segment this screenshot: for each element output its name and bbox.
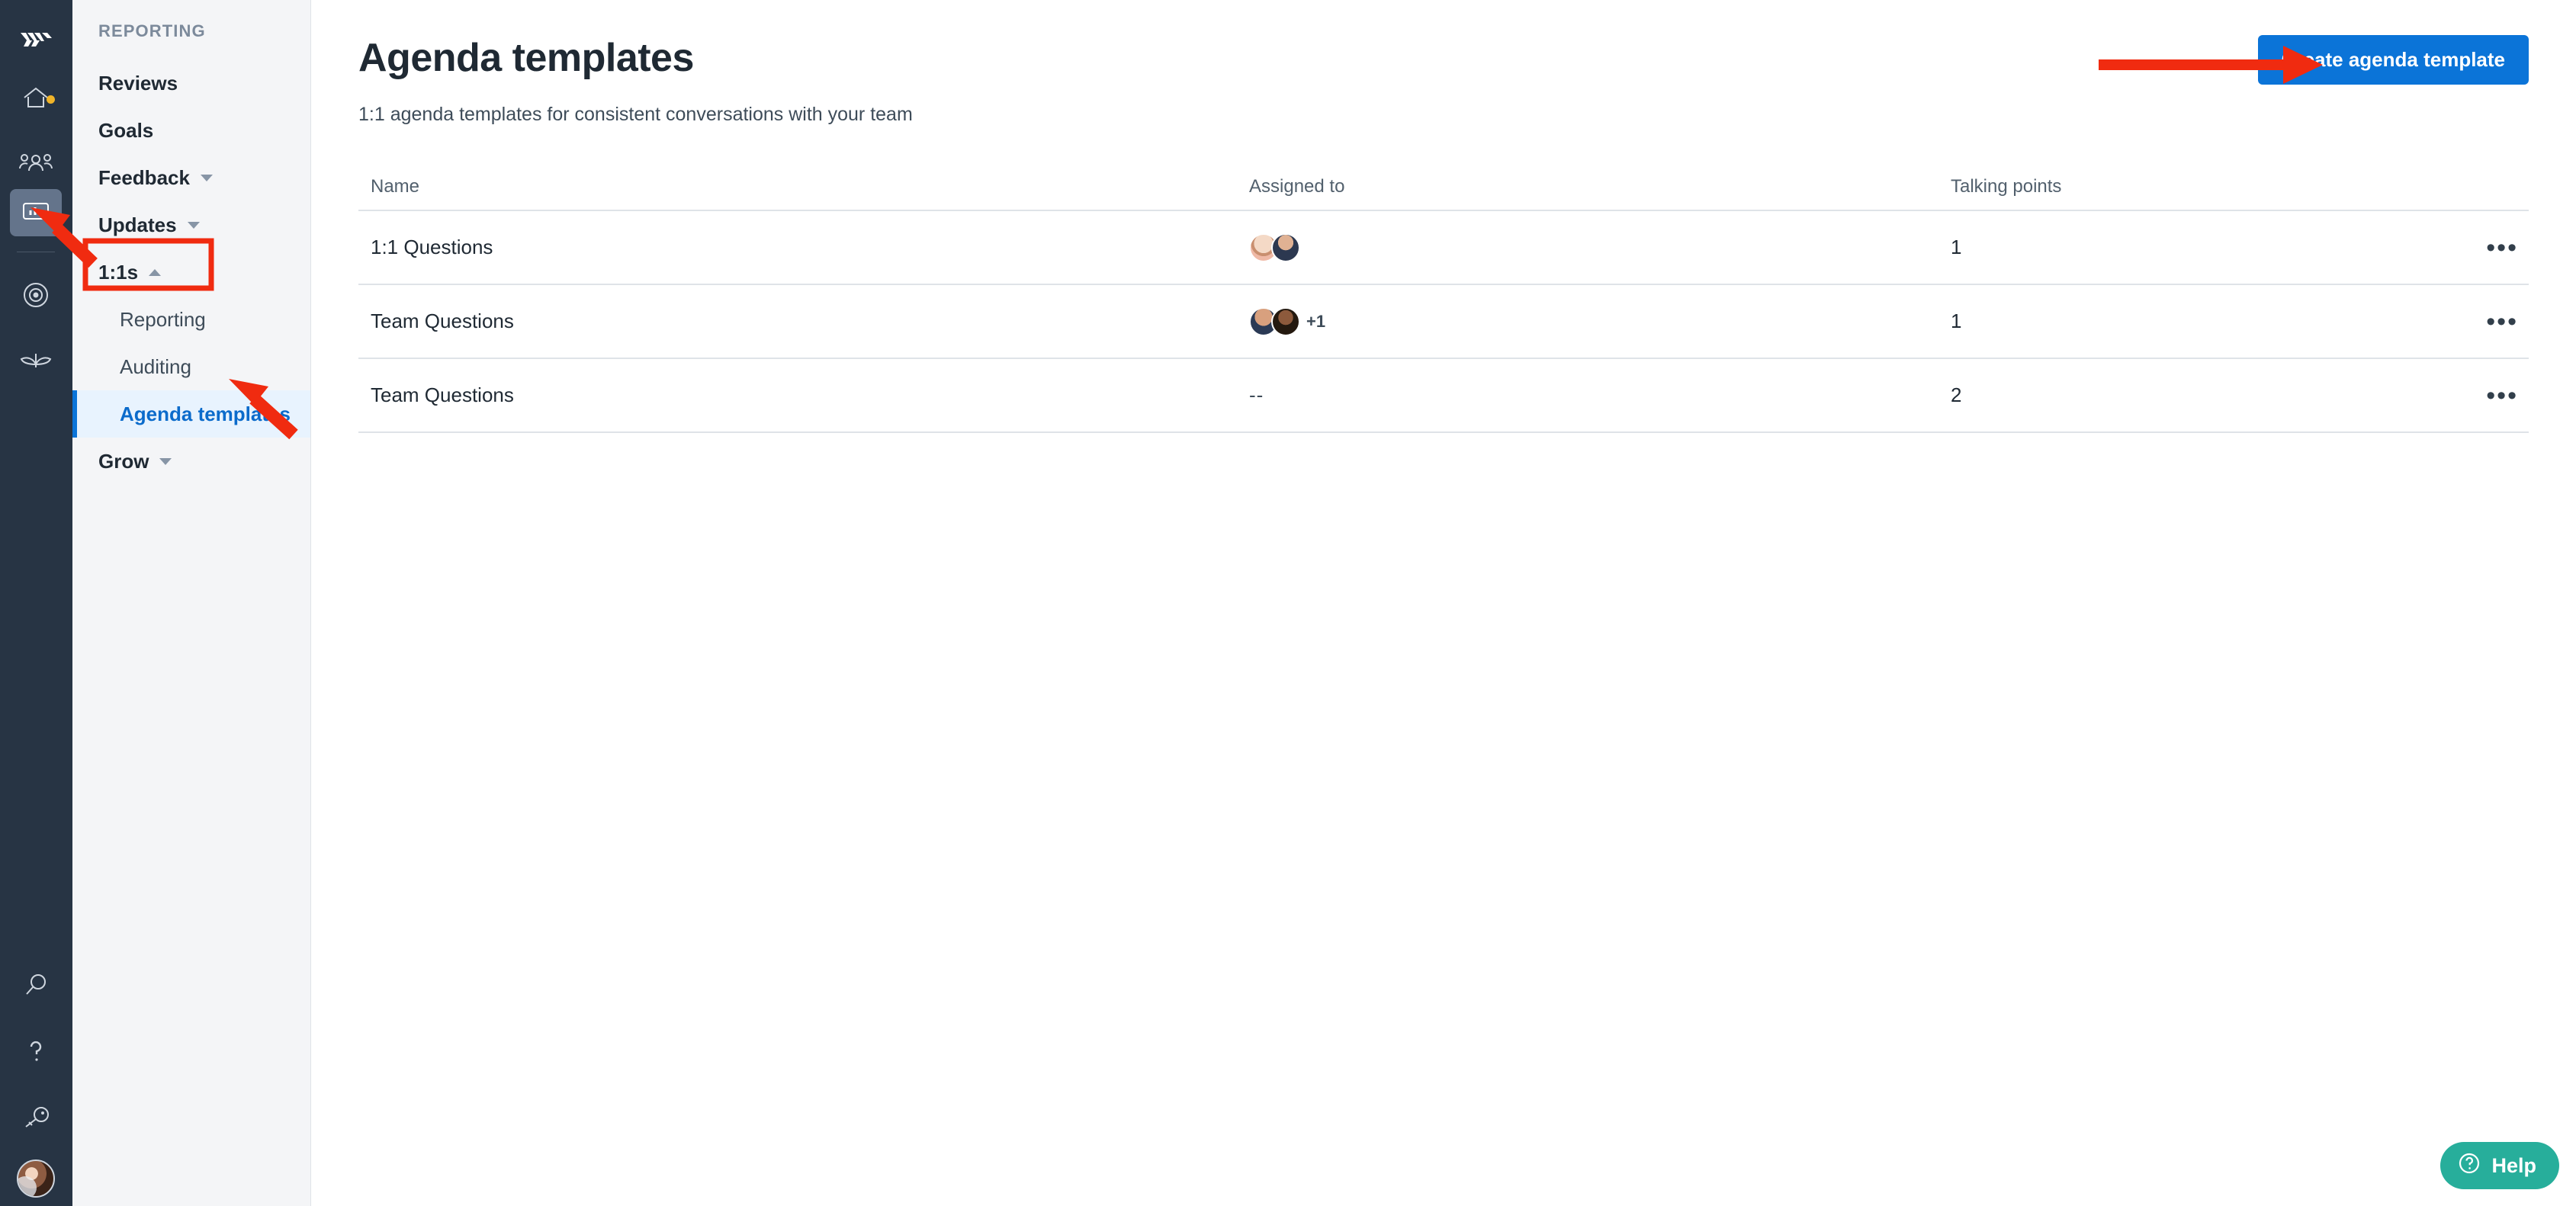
cell-talking-points: 1 bbox=[1951, 236, 1962, 258]
sidebar-item-label: Goals bbox=[98, 118, 154, 142]
table-row[interactable]: Team Questions -- 2 ••• bbox=[358, 359, 2529, 433]
table-header-row: Name Assigned to Talking points bbox=[358, 164, 2529, 211]
avatar[interactable] bbox=[17, 1159, 55, 1198]
sidebar-item-updates[interactable]: Updates bbox=[72, 201, 310, 249]
rail-item-reporting[interactable] bbox=[10, 189, 62, 236]
create-agenda-template-button[interactable]: Create agenda template bbox=[2257, 35, 2529, 85]
sidebar-section-label: REPORTING bbox=[98, 21, 206, 40]
table-row[interactable]: Team Questions +1 1 ••• bbox=[358, 285, 2529, 359]
agenda-templates-table: Name Assigned to Talking points 1:1 Ques… bbox=[358, 164, 2529, 433]
app-root: REPORTING Reviews Goals Feedback Updates… bbox=[0, 0, 2576, 1206]
search-icon bbox=[23, 972, 49, 1002]
row-actions-menu-icon[interactable]: ••• bbox=[2486, 383, 2518, 409]
page-header: Agenda templates 1:1 agenda templates fo… bbox=[358, 0, 2529, 126]
page-subtitle: 1:1 agenda templates for consistent conv… bbox=[358, 104, 913, 125]
sidebar-item-label: Reviews bbox=[98, 71, 178, 95]
table-row[interactable]: 1:1 Questions 1 ••• bbox=[358, 211, 2529, 285]
column-header-assigned-to: Assigned to bbox=[1249, 176, 1345, 197]
page-title: Agenda templates bbox=[358, 36, 694, 80]
help-widget-button[interactable]: Help bbox=[2440, 1142, 2559, 1189]
help-widget-label: Help bbox=[2491, 1153, 2536, 1177]
home-badge-dot bbox=[47, 95, 55, 104]
target-icon bbox=[21, 281, 50, 313]
chevron-down-icon bbox=[200, 174, 213, 181]
avatar bbox=[1271, 233, 1300, 262]
sidebar-item-goals[interactable]: Goals bbox=[72, 107, 310, 154]
company-logo[interactable] bbox=[0, 17, 72, 63]
rail-item-goals[interactable] bbox=[10, 273, 62, 320]
sidebar-item-label: Updates bbox=[98, 213, 177, 236]
cell-assigned-to: -- bbox=[1249, 383, 1951, 407]
sidebar-item-label: Grow bbox=[98, 449, 149, 473]
cell-assigned-to bbox=[1249, 233, 1951, 262]
avatar-group[interactable]: +1 bbox=[1249, 306, 1951, 336]
key-icon bbox=[21, 1106, 51, 1133]
avatar-group[interactable] bbox=[1249, 233, 1951, 262]
avatar-overflow-count: +1 bbox=[1306, 311, 1326, 331]
sidebar-subitem-label: Agenda templates bbox=[120, 402, 291, 425]
cell-talking-points: 2 bbox=[1951, 383, 1962, 406]
rail-item-search[interactable] bbox=[10, 963, 62, 1010]
sidebar-item-label: 1:1s bbox=[98, 260, 139, 284]
rail-item-key[interactable] bbox=[10, 1095, 62, 1143]
cell-talking-points: 1 bbox=[1951, 310, 1962, 332]
avatar bbox=[1271, 306, 1300, 336]
question-circle-icon bbox=[2457, 1151, 2481, 1181]
assigned-to-empty: -- bbox=[1249, 383, 1264, 406]
rail-item-grow[interactable] bbox=[10, 337, 62, 384]
plant-icon bbox=[20, 348, 52, 374]
chevron-down-icon bbox=[187, 221, 200, 229]
sidebar-subitem-label: Reporting bbox=[120, 307, 206, 331]
people-icon bbox=[19, 152, 53, 179]
cell-name: 1:1 Questions bbox=[371, 236, 493, 258]
sidebar-subitem-label: Auditing bbox=[120, 354, 191, 378]
cell-name: Team Questions bbox=[371, 310, 514, 332]
rail-item-help[interactable] bbox=[10, 1029, 62, 1076]
row-actions-menu-icon[interactable]: ••• bbox=[2486, 309, 2518, 335]
sidebar-item-1on1s[interactable]: 1:1s bbox=[72, 249, 310, 296]
main-content: Agenda templates 1:1 agenda templates fo… bbox=[311, 0, 2576, 1206]
sidebar: REPORTING Reviews Goals Feedback Updates… bbox=[72, 0, 311, 1206]
cell-assigned-to: +1 bbox=[1249, 306, 1951, 336]
column-header-talking-points: Talking points bbox=[1951, 176, 2062, 197]
sidebar-item-agenda-templates[interactable]: Agenda templates bbox=[72, 390, 310, 438]
sidebar-item-label: Feedback bbox=[98, 165, 190, 189]
cell-name: Team Questions bbox=[371, 383, 514, 406]
rail-item-people[interactable] bbox=[10, 142, 62, 189]
sidebar-item-grow[interactable]: Grow bbox=[72, 438, 310, 485]
chevron-down-icon bbox=[159, 457, 172, 465]
sidebar-item-auditing[interactable]: Auditing bbox=[72, 343, 310, 390]
sidebar-item-feedback[interactable]: Feedback bbox=[72, 154, 310, 201]
sidebar-item-reporting[interactable]: Reporting bbox=[72, 296, 310, 343]
chevron-up-icon bbox=[149, 268, 162, 276]
column-header-name: Name bbox=[371, 176, 420, 197]
sidebar-item-reviews[interactable]: Reviews bbox=[72, 59, 310, 107]
question-icon bbox=[25, 1038, 47, 1068]
row-actions-menu-icon[interactable]: ••• bbox=[2486, 235, 2518, 261]
icon-rail bbox=[0, 0, 72, 1206]
chart-icon bbox=[22, 200, 50, 226]
